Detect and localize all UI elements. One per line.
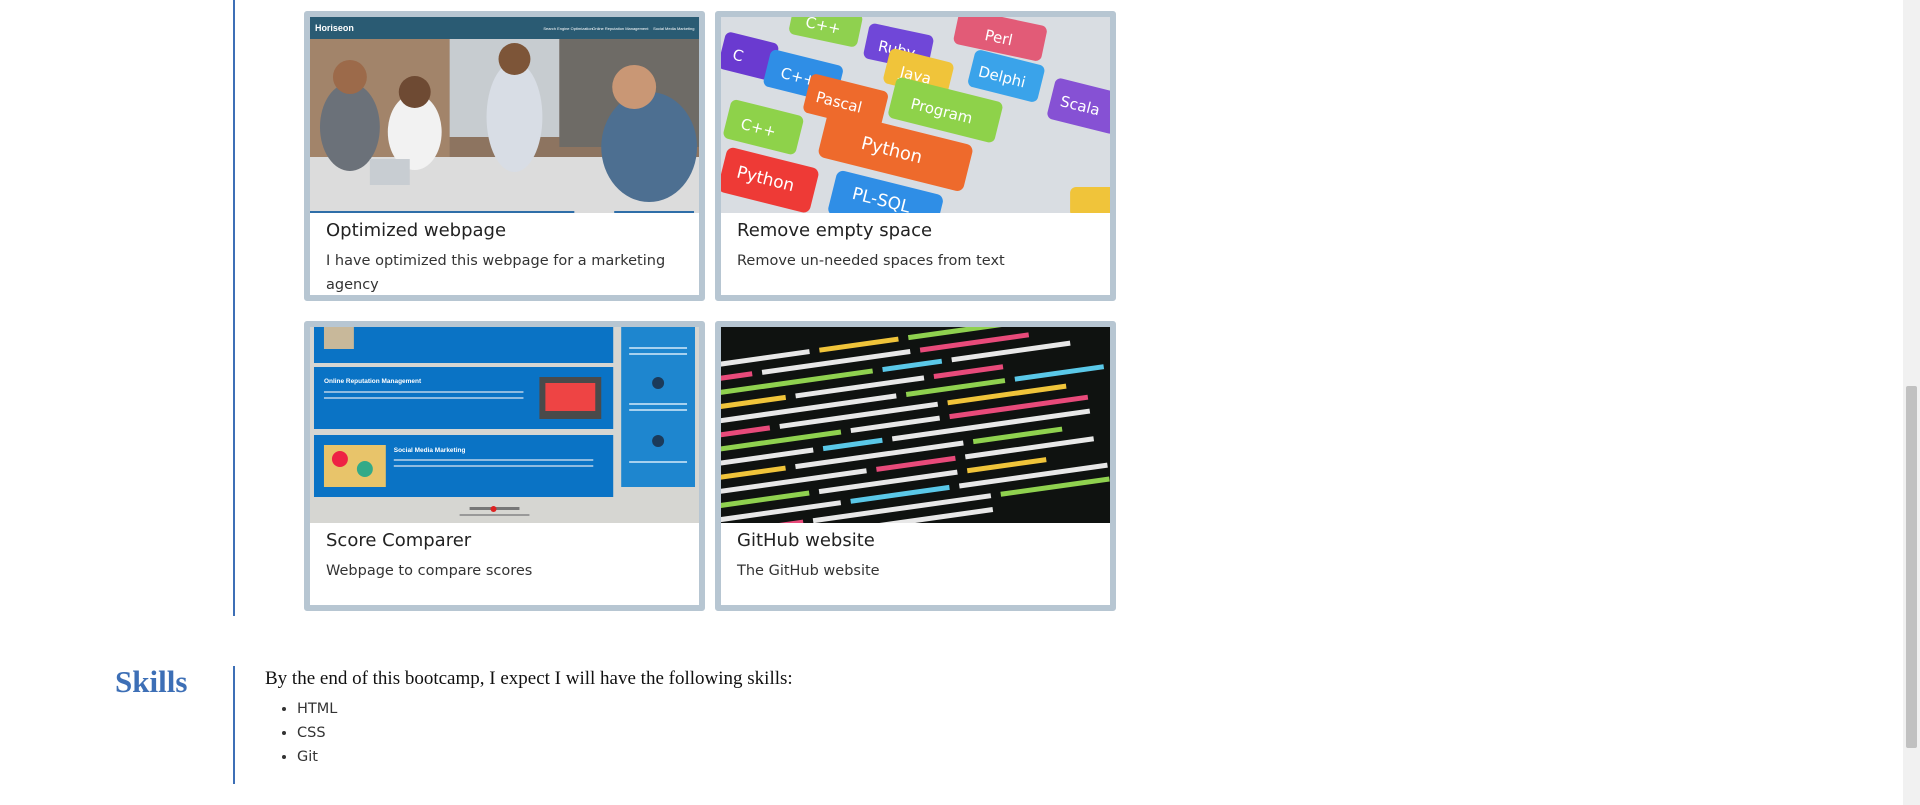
skills-heading: Skills xyxy=(115,664,188,699)
skills-intro-text: By the end of this bootcamp, I expect I … xyxy=(265,668,793,689)
skills-divider-line xyxy=(233,666,235,784)
project-thumbnail-website-sections: Online Reputation Management Social Medi… xyxy=(310,327,699,523)
project-description: The GitHub website xyxy=(737,563,880,579)
svg-text:Online Reputation Management: Online Reputation Management xyxy=(324,378,422,385)
skill-item: CSS xyxy=(297,721,337,745)
project-thumbnail-code-screen xyxy=(721,327,1110,523)
project-title: Optimized webpage xyxy=(326,220,507,241)
skills-list: HTML CSS Git xyxy=(265,697,337,769)
section-divider-line xyxy=(233,0,235,616)
scrollbar-thumb[interactable] xyxy=(1906,386,1917,748)
project-thumbnail-team-meeting: Horiseon Search Engine Optimization Onli… xyxy=(310,17,699,213)
project-card-remove-empty-space[interactable]: C++ Ruby Perl C C++ Java Delphi Pascal P… xyxy=(715,11,1116,301)
svg-text:Social Media Marketing: Social Media Marketing xyxy=(653,26,694,31)
project-title: GitHub website xyxy=(737,530,875,551)
project-card-score-comparer[interactable]: Online Reputation Management Social Medi… xyxy=(304,321,705,611)
project-thumbnail-keyboard: C++ Ruby Perl C C++ Java Delphi Pascal P… xyxy=(721,17,1110,213)
svg-text:Online Reputation Management: Online Reputation Management xyxy=(592,26,649,31)
svg-text:Social Media Marketing: Social Media Marketing xyxy=(394,447,466,454)
project-card-github-website[interactable]: GitHub website The GitHub website xyxy=(715,321,1116,611)
thumb-header-text: Horiseon xyxy=(315,23,354,33)
skill-item: Git xyxy=(297,745,337,769)
project-title: Score Comparer xyxy=(326,530,472,551)
project-title: Remove empty space xyxy=(737,220,933,241)
project-description: I have optimized this webpage for a mark… xyxy=(326,253,666,293)
svg-text:Search Engine Optimization: Search Engine Optimization xyxy=(543,26,592,31)
skill-item: HTML xyxy=(297,697,337,721)
project-description: Remove un-needed spaces from text xyxy=(737,253,1005,269)
project-description: Webpage to compare scores xyxy=(326,563,533,579)
project-card-optimized-webpage[interactable]: Horiseon Search Engine Optimization Onli… xyxy=(304,11,705,301)
